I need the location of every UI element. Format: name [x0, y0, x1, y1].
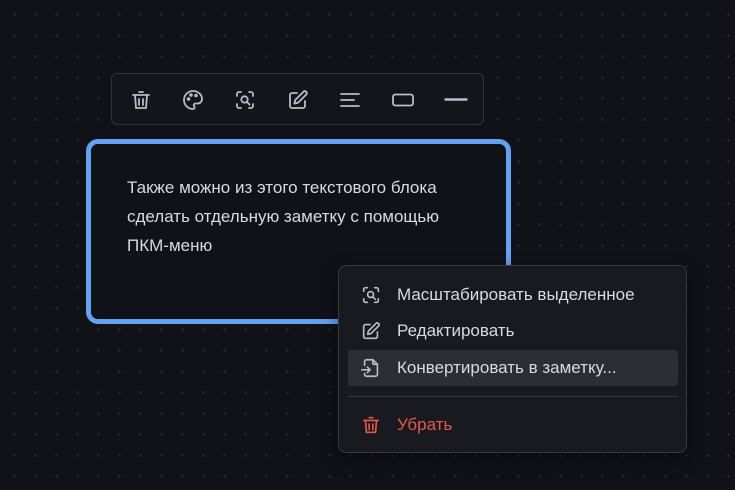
menu-item-label: Конвертировать в заметку...	[397, 358, 617, 377]
file-import-icon	[360, 357, 382, 379]
edit-icon	[289, 90, 308, 109]
stroke-button[interactable]	[442, 86, 470, 114]
element-toolbar	[111, 73, 484, 125]
color-button[interactable]	[179, 86, 207, 114]
menu-item-remove[interactable]: Убрать	[348, 407, 678, 443]
align-left-icon	[340, 93, 360, 107]
shape-button[interactable]	[389, 86, 417, 114]
context-menu: Масштабировать выделенное Редактировать …	[338, 265, 687, 453]
menu-item-edit[interactable]: Редактировать	[348, 313, 678, 349]
edit-button[interactable]	[284, 86, 312, 114]
menu-item-convert-to-note[interactable]: Конвертировать в заметку...	[348, 350, 678, 386]
trash-icon	[360, 414, 382, 436]
zoom-selection-button[interactable]	[231, 86, 259, 114]
zoom-selection-icon	[360, 284, 382, 306]
line-icon	[444, 98, 468, 101]
menu-item-label: Убрать	[397, 415, 453, 434]
menu-item-label: Редактировать	[397, 321, 515, 340]
text-block-content: Также можно из этого текстового блока сд…	[127, 178, 440, 255]
text-align-button[interactable]	[336, 86, 364, 114]
palette-icon	[183, 90, 203, 110]
rectangle-shape-icon	[392, 93, 414, 107]
menu-divider	[348, 396, 678, 397]
trash-icon	[132, 91, 150, 109]
delete-button[interactable]	[127, 86, 155, 114]
zoom-selection-icon	[236, 91, 254, 109]
menu-item-zoom-selection[interactable]: Масштабировать выделенное	[348, 277, 678, 313]
menu-item-label: Масштабировать выделенное	[397, 285, 635, 304]
edit-icon	[360, 320, 382, 342]
